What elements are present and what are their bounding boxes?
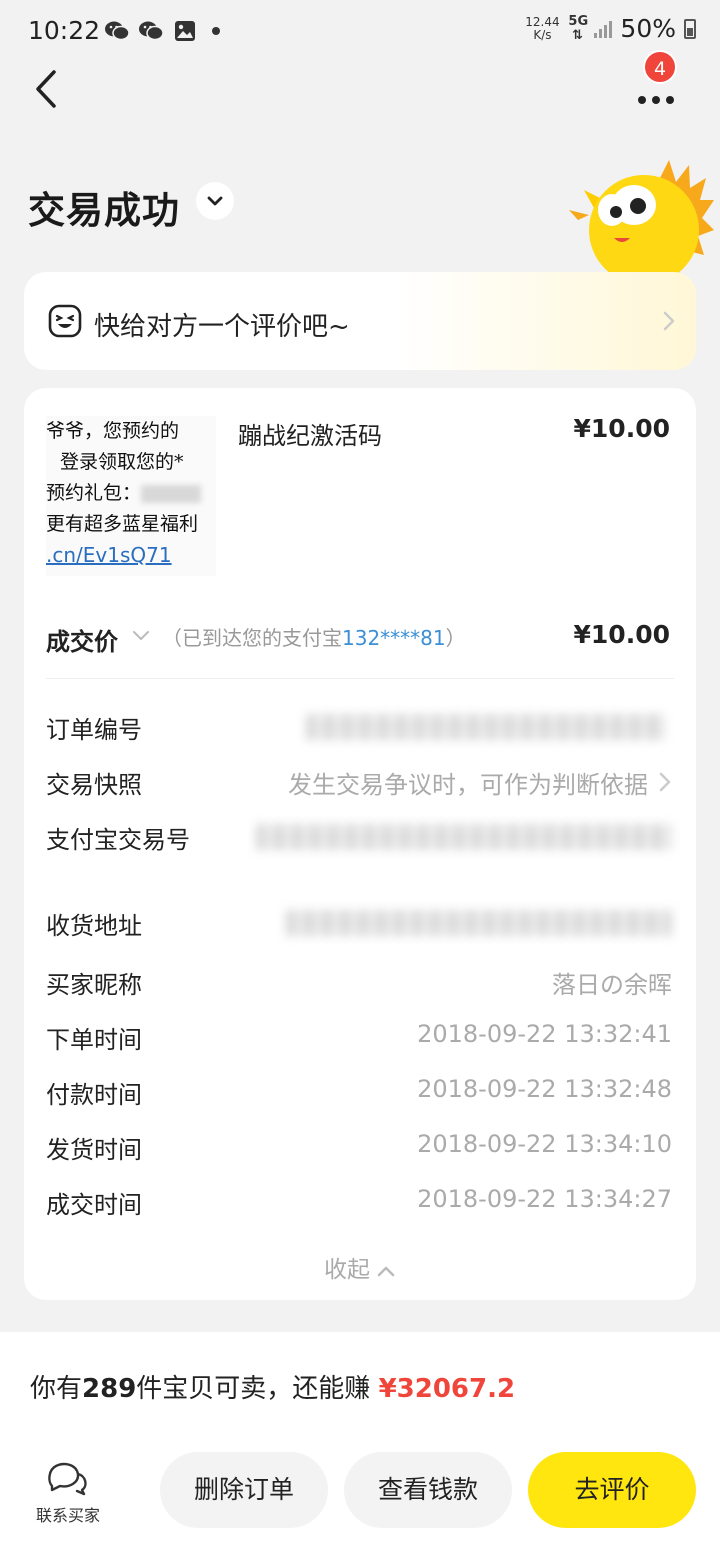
wechat-icon [139,21,164,41]
thumbnail-text-fragment: 预约礼包： [46,482,142,504]
earn-middle: 件宝贝可卖，还能赚 [136,1374,379,1404]
deal-time-label: 成交时间 [46,1191,142,1219]
signal-icon [594,20,613,38]
image-icon [175,21,195,41]
network-label: 5G [568,13,589,29]
thumbnail-text-line: 更有超多蓝星福利 [46,513,199,535]
order-number-label: 订单编号 [46,716,142,744]
data-arrows-icon: ⇅ [571,27,583,43]
status-bar: 10:22 12.44 K/s 5G ⇅ 50% [0,0,720,62]
redacted-value [256,824,672,850]
ship-time-value: 2018-09-22 13:34:10 [417,1130,672,1158]
page-title: 交易成功 [28,189,180,232]
deal-note-suffix: ） [445,626,466,650]
network-type: 5G ⇅ [568,13,589,43]
deal-price-value: ¥10.00 [573,620,670,649]
delete-order-button[interactable]: 删除订单 [160,1452,328,1528]
collapse-button[interactable]: 收起 [24,1250,696,1284]
notification-icons [104,18,220,44]
status-toggle-button[interactable] [196,182,234,220]
chat-bubbles-icon [48,1462,87,1496]
alipay-number-row: 支付宝交易号 [46,816,672,856]
notification-dot [212,27,220,35]
redacted-value [286,910,672,936]
deal-price-note: （已到达您的支付宝132****81） [162,622,466,651]
battery-icon [684,18,696,39]
review-prompt-text: 快给对方一个评价吧~ [94,312,350,342]
snapshot-value: 发生交易争议时，可作为判断依据 [288,771,648,799]
thumbnail-link-text: .cn/Ev1sQ71 [46,543,172,567]
chevron-down-icon[interactable] [130,624,152,646]
deal-note-prefix: （已到达您的支付宝 [162,626,342,650]
network-speed: 12.44 K/s [524,14,560,42]
address-label: 收货地址 [46,912,142,940]
deal-time-value: 2018-09-22 13:34:27 [417,1185,672,1213]
back-button[interactable] [28,66,68,112]
speed-value: 12.44 [525,14,560,29]
earn-amount: ¥32067.2 [378,1374,516,1404]
notification-badge: 4 [643,50,677,84]
chevron-right-icon [659,772,671,792]
pay-time-label: 付款时间 [46,1081,142,1109]
speed-unit: K/s [533,27,552,42]
chevron-right-icon [663,311,675,331]
order-time-row: 下单时间 2018-09-22 13:32:41 [46,1016,672,1056]
snapshot-label: 交易快照 [46,771,142,799]
order-time-value: 2018-09-22 13:32:41 [417,1020,672,1048]
bottom-action-bar: 你有289件宝贝可卖，还能赚 ¥32067.2 联系买家 删除订单 查看钱款 去… [0,1332,720,1544]
pay-time-row: 付款时间 2018-09-22 13:32:48 [46,1071,672,1111]
earn-count: 289 [82,1374,137,1404]
pay-time-value: 2018-09-22 13:32:48 [417,1075,672,1103]
order-detail-card: 爷爷，您预约的 登录领取您的* 预约礼包： 更有超多蓝星福利 .cn/Ev1sQ… [24,388,696,1300]
wechat-icon [105,21,130,41]
view-payment-button[interactable]: 查看钱款 [344,1452,512,1528]
review-prompt-card[interactable]: 快给对方一个评价吧~ [24,272,696,370]
redacted-value [306,714,666,740]
alipay-account: 132****81 [342,626,446,650]
battery-level: 50% [620,14,676,43]
item-price: ¥10.00 [573,414,670,443]
order-number-row: 订单编号 [46,706,672,746]
fish-mascot-image [569,160,714,275]
earn-banner[interactable]: 你有289件宝贝可卖，还能赚 ¥32067.2 [30,1368,515,1405]
buyer-label: 买家昵称 [46,971,142,999]
thumbnail-text-line: 预约礼包： [46,478,216,509]
chevron-down-icon [207,196,223,206]
ship-time-row: 发货时间 2018-09-22 13:34:10 [46,1126,672,1166]
buyer-value: 落日の余晖 [552,971,672,999]
contact-buyer-button[interactable]: 联系买家 [28,1460,108,1526]
deal-time-row: 成交时间 2018-09-22 13:34:27 [46,1181,672,1221]
contact-buyer-label: 联系买家 [35,1506,100,1525]
snapshot-row[interactable]: 交易快照 发生交易争议时，可作为判断依据 [46,761,672,801]
status-time: 10:22 [28,16,101,45]
smile-face-icon [48,304,82,338]
address-row: 收货地址 [46,902,672,942]
blurred-text [141,485,202,503]
write-review-button[interactable]: 去评价 [528,1452,696,1528]
item-thumbnail[interactable]: 爷爷，您预约的 登录领取您的* 预约礼包： 更有超多蓝星福利 .cn/Ev1sQ… [46,416,216,576]
buyer-row: 买家昵称 落日の余晖 [46,961,672,1001]
back-arrow-icon [36,70,56,108]
earn-prefix: 你有 [30,1374,83,1404]
item-title[interactable]: 蹦战纪激活码 [238,416,382,451]
alipay-number-label: 支付宝交易号 [46,826,190,854]
divider [46,678,674,679]
deal-price-label[interactable]: 成交价 [46,622,118,657]
collapse-label: 收起 [324,1257,370,1283]
order-time-label: 下单时间 [46,1026,142,1054]
more-dots-icon [638,96,674,104]
ship-time-label: 发货时间 [46,1136,142,1164]
thumbnail-text-line: 爷爷，您预约的 [46,420,180,442]
thumbnail-text-line: 登录领取您的* [60,451,184,473]
chevron-up-icon [377,1266,395,1276]
